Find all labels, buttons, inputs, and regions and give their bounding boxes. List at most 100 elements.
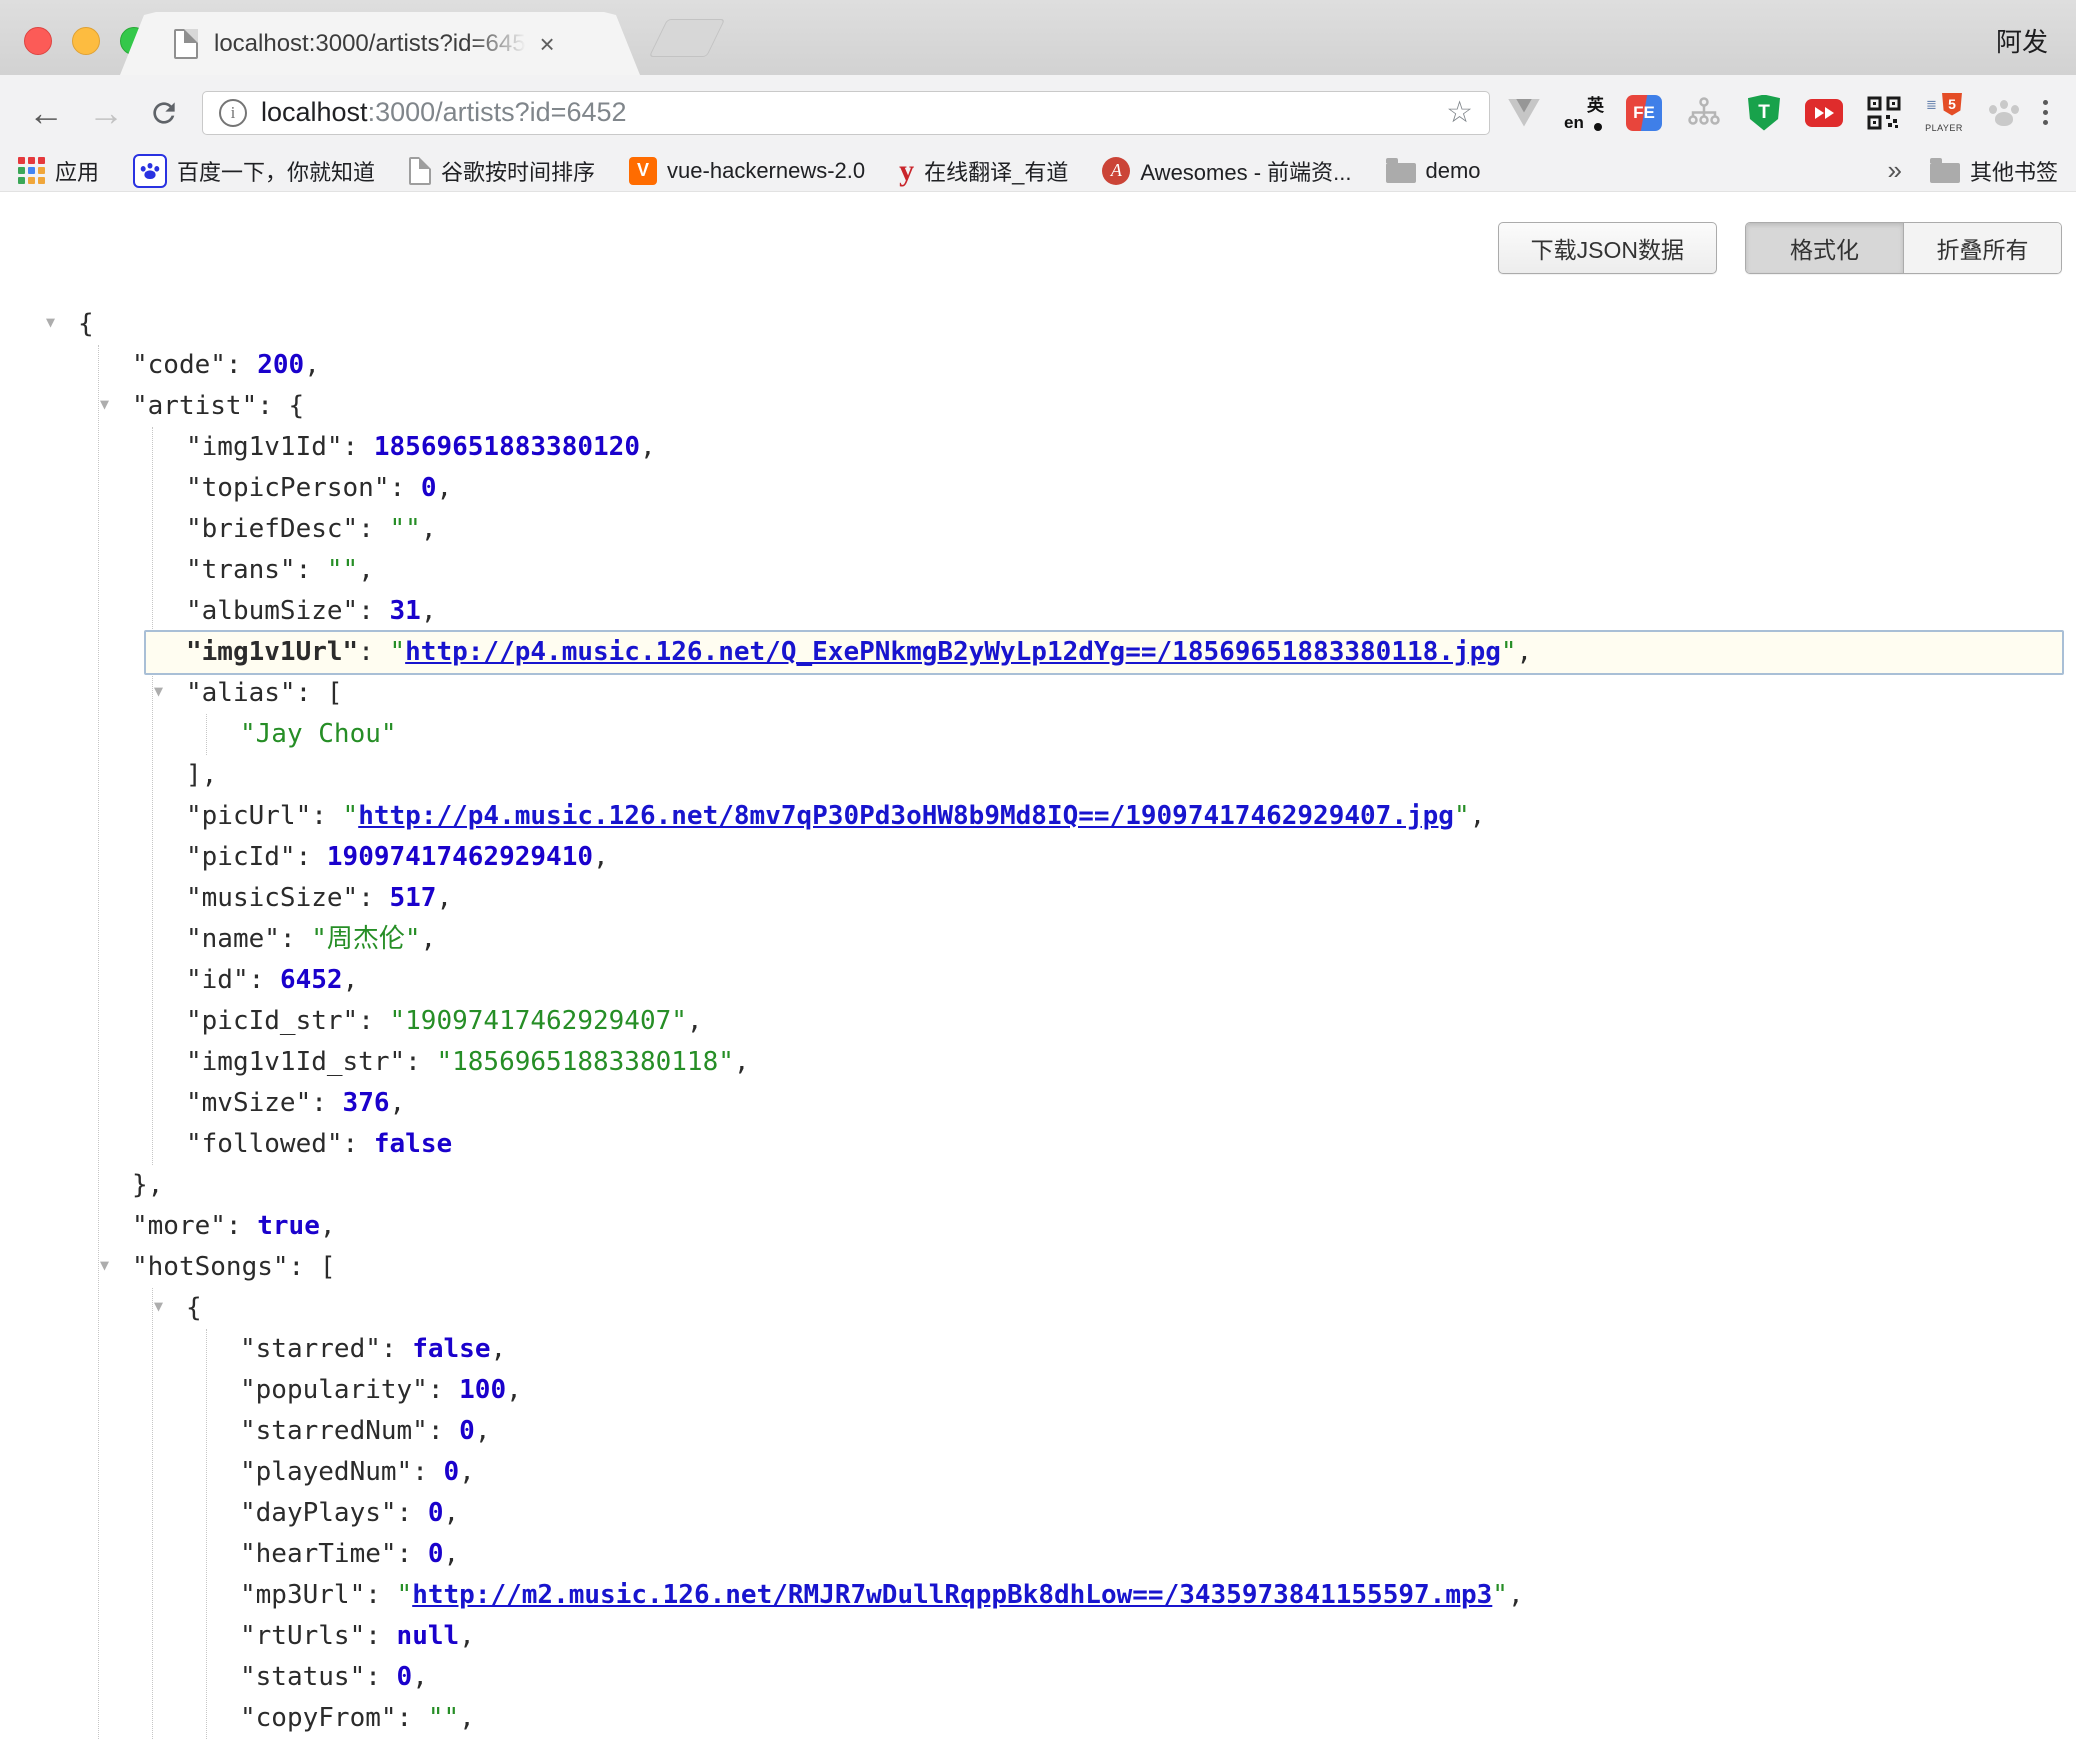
json-line: "albumSize": 31,	[186, 591, 2064, 632]
json-colon: :	[311, 801, 342, 831]
json-colon: :	[358, 596, 389, 626]
bookmark-label: 在线翻译_有道	[924, 155, 1068, 187]
qr-code-extension-icon[interactable]	[1864, 93, 1904, 133]
folder-icon	[1930, 163, 1960, 183]
collapse-all-button[interactable]: 折叠所有	[1903, 223, 2061, 273]
json-key: "more"	[132, 1211, 226, 1241]
bookmark-item[interactable]: y在线翻译_有道	[899, 155, 1068, 187]
chrome-menu-icon[interactable]	[2030, 100, 2060, 125]
json-comma: ,	[475, 1416, 491, 1446]
collapse-arrow-icon[interactable]: ▼	[46, 302, 55, 343]
json-num: 0	[428, 1498, 444, 1528]
bookmark-other-folder[interactable]: 其他书签	[1930, 155, 2058, 187]
json-children: "code": 200,▼"artist": {"img1v1Id": 1856…	[98, 345, 2064, 1739]
format-button[interactable]: 格式化	[1746, 223, 1903, 273]
json-comma: ,	[358, 555, 374, 585]
json-key: "followed"	[186, 1129, 343, 1159]
json-num: 31	[390, 596, 421, 626]
json-comma: ,	[1470, 801, 1486, 831]
json-key: "albumSize"	[186, 596, 358, 626]
json-link[interactable]: http://m2.music.126.net/RMJR7wDullRqppBk…	[412, 1580, 1492, 1610]
bookmark-item[interactable]: AAwesomes - 前端资...	[1102, 155, 1351, 187]
fehelper-icon[interactable]: FE	[1624, 93, 1664, 133]
json-line: "picId_str": "19097417462929407",	[186, 1001, 2064, 1042]
minimize-window-button[interactable]	[72, 27, 100, 55]
translate-extension-icon[interactable]: 英en	[1564, 93, 1604, 133]
json-key: "playedNum"	[240, 1457, 412, 1487]
new-tab-button[interactable]	[649, 19, 726, 57]
json-comma: ,	[421, 924, 437, 954]
video-player-extension-icon[interactable]	[1804, 93, 1844, 133]
json-line: "name": "周杰伦",	[186, 919, 2064, 960]
html5-player-icon[interactable]: ≣5PLAYER	[1924, 93, 1964, 133]
json-line: "img1v1Id": 18569651883380120,	[186, 427, 2064, 468]
address-bar[interactable]: i localhost:3000/artists?id=6452 ☆	[202, 91, 1490, 135]
bookmark-item[interactable]: Vvue-hackernews-2.0	[629, 157, 865, 185]
json-bool: false	[374, 1129, 452, 1159]
bookmark-item[interactable]: 谷歌按时间排序	[409, 155, 595, 187]
json-children: ▼{"starred": false,"popularity": 100,"st…	[152, 1288, 2064, 1739]
collapse-arrow-icon[interactable]: ▼	[154, 671, 163, 712]
json-key: "popularity"	[240, 1375, 428, 1405]
json-colon: :	[397, 1498, 428, 1528]
json-line: "popularity": 100,	[240, 1370, 2064, 1411]
json-line: "hearTime": 0,	[240, 1534, 2064, 1575]
json-num: 376	[343, 1088, 390, 1118]
json-link[interactable]: http://p4.music.126.net/8mv7qP30Pd3oHW8b…	[358, 801, 1454, 831]
json-colon: :	[412, 1457, 443, 1487]
collapse-arrow-icon[interactable]: ▼	[100, 1245, 109, 1286]
json-key: "status"	[240, 1662, 365, 1692]
json-line: ▼{	[78, 304, 2064, 345]
json-key: "hotSongs"	[132, 1252, 289, 1282]
info-icon[interactable]: i	[219, 99, 247, 127]
json-num: 0	[397, 1662, 413, 1692]
json-line: "trans": "",	[186, 550, 2064, 591]
json-comma: ,	[687, 1006, 703, 1036]
json-null: null	[397, 1621, 460, 1651]
json-comma: ,	[421, 596, 437, 626]
download-json-button[interactable]: 下载JSON数据	[1498, 222, 1717, 274]
json-colon: :	[405, 1047, 436, 1077]
json-colon: :	[365, 1662, 396, 1692]
json-quote: "	[390, 637, 406, 667]
paw-extension-icon[interactable]	[1984, 93, 2024, 133]
json-line: "topicPerson": 0,	[186, 468, 2064, 509]
reload-button[interactable]	[136, 97, 192, 129]
json-line: "mvSize": 376,	[186, 1083, 2064, 1124]
tab-strip: localhost:3000/artists?id=645 × 阿发	[0, 0, 2076, 75]
bookmarks-overflow-icon[interactable]: »	[1888, 155, 1902, 186]
back-button[interactable]: ←	[16, 95, 76, 131]
close-window-button[interactable]	[24, 27, 52, 55]
json-comma: ,	[593, 842, 609, 872]
browser-tab[interactable]: localhost:3000/artists?id=645 ×	[120, 12, 640, 75]
json-line: "picUrl": "http://p4.music.126.net/8mv7q…	[186, 796, 2064, 837]
json-num: 517	[390, 883, 437, 913]
json-colon: :	[381, 1334, 412, 1364]
json-colon: :	[358, 514, 389, 544]
bookmark-item[interactable]: 百度一下，你就知道	[133, 154, 375, 188]
json-link[interactable]: http://p4.music.126.net/Q_ExePNkmgB2yWyL…	[405, 637, 1501, 667]
json-line: ],	[186, 755, 2064, 796]
tab-close-icon[interactable]: ×	[540, 31, 555, 57]
json-line: "code": 200,	[132, 345, 2064, 386]
json-comma: ,	[506, 1375, 522, 1405]
json-key: "mvSize"	[186, 1088, 311, 1118]
json-key: "dayPlays"	[240, 1498, 397, 1528]
json-key: "picUrl"	[186, 801, 311, 831]
tampermonkey-icon[interactable]: T	[1744, 93, 1784, 133]
bookmark-item[interactable]: demo	[1386, 158, 1481, 184]
collapse-arrow-icon[interactable]: ▼	[154, 1286, 163, 1327]
json-key: "img1v1Id"	[186, 432, 343, 462]
bookmark-star-icon[interactable]: ☆	[1446, 95, 1473, 130]
bookmark-items: 应用 百度一下，你就知道 谷歌按时间排序 Vvue-hackernews-2.0 y在线…	[18, 154, 1481, 188]
bookmark-item[interactable]: 应用	[18, 155, 99, 187]
json-colon: :	[343, 1129, 374, 1159]
browser-window: localhost:3000/artists?id=645 × 阿发 ← → i…	[0, 0, 2076, 1754]
json-num: 0	[428, 1539, 444, 1569]
vue-devtools-icon[interactable]	[1504, 93, 1544, 133]
sitemap-extension-icon[interactable]	[1684, 93, 1724, 133]
json-colon: :	[397, 1703, 428, 1733]
json-quote: "	[1454, 801, 1470, 831]
profile-name[interactable]: 阿发	[1996, 22, 2048, 59]
collapse-arrow-icon[interactable]: ▼	[100, 384, 109, 425]
